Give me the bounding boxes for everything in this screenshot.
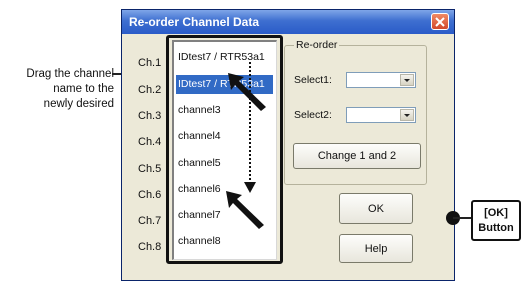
chevron-down-icon[interactable] bbox=[400, 109, 414, 121]
channel-label-1: Ch.1 bbox=[138, 57, 162, 69]
channel-label-3: Ch.3 bbox=[138, 110, 162, 122]
help-button[interactable]: Help bbox=[339, 234, 413, 263]
drag-instruction-line-3: newly desired bbox=[43, 98, 114, 110]
drag-instruction-line-2: name to the bbox=[53, 83, 114, 95]
ok-callout-leader bbox=[453, 217, 472, 219]
drag-instruction-line-1: Drag the channel bbox=[26, 68, 114, 80]
close-icon bbox=[435, 17, 445, 27]
channel-label-6: Ch.6 bbox=[138, 189, 162, 201]
pointer-arrow-icon bbox=[228, 73, 266, 111]
select1-label: Select1: bbox=[294, 74, 332, 86]
ok-callout: [OK] Button bbox=[471, 200, 521, 241]
select2-dropdown[interactable] bbox=[346, 107, 416, 123]
channel-label-8: Ch.8 bbox=[138, 241, 162, 253]
ok-callout-line-1: [OK] bbox=[484, 207, 508, 219]
change-1-and-2-button[interactable]: Change 1 and 2 bbox=[293, 143, 421, 169]
ok-button[interactable]: OK bbox=[339, 193, 413, 224]
ok-callout-line-2: Button bbox=[478, 222, 514, 234]
reorder-dialog: Re-order Channel Data Ch.1 Ch.2 Ch.3 Ch.… bbox=[121, 9, 455, 281]
channel-label-2: Ch.2 bbox=[138, 84, 162, 96]
channel-label-7: Ch.7 bbox=[138, 215, 162, 227]
window-title: Re-order Channel Data bbox=[129, 15, 260, 29]
list-highlight-frame bbox=[166, 35, 283, 264]
chevron-down-icon[interactable] bbox=[400, 74, 414, 86]
drag-instruction: Drag the channel name to the newly desir… bbox=[6, 67, 114, 112]
reorder-legend: Re-order bbox=[294, 39, 340, 51]
close-button[interactable] bbox=[431, 13, 449, 30]
title-bar[interactable]: Re-order Channel Data bbox=[122, 10, 454, 34]
channel-label-5: Ch.5 bbox=[138, 163, 162, 175]
pointer-arrow-icon bbox=[226, 191, 264, 229]
select2-label: Select2: bbox=[294, 109, 332, 121]
channel-label-4: Ch.4 bbox=[138, 136, 162, 148]
select1-dropdown[interactable] bbox=[346, 72, 416, 88]
